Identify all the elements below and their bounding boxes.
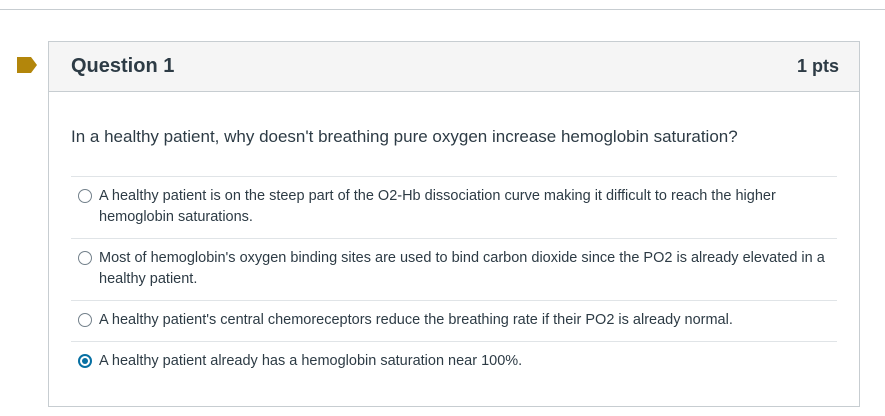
radio-button-selected[interactable] [78,354,92,368]
answer-option[interactable]: Most of hemoglobin's oxygen binding site… [71,238,837,300]
radio-button[interactable] [78,189,92,203]
radio-button[interactable] [78,251,92,265]
answer-option[interactable]: A healthy patient is on the steep part o… [71,176,837,238]
radio-button[interactable] [78,313,92,327]
question-card: Question 1 1 pts In a healthy patient, w… [48,41,860,407]
question-title: Question 1 [71,55,175,77]
question-points: 1 pts [796,56,839,76]
question-body: In a healthy patient, why doesn't breath… [49,92,859,382]
question-text: In a healthy patient, why doesn't breath… [71,127,738,146]
top-divider [0,9,885,10]
answer-label[interactable]: Most of hemoglobin's oxygen binding site… [99,248,837,290]
answer-label[interactable]: A healthy patient's central chemorecepto… [99,310,733,331]
answer-option[interactable]: A healthy patient already has a hemoglob… [71,341,837,382]
answer-label[interactable]: A healthy patient is on the steep part o… [99,186,837,228]
question-header: Question 1 1 pts [49,42,859,92]
answer-option[interactable]: A healthy patient's central chemorecepto… [71,300,837,341]
answer-list: A healthy patient is on the steep part o… [71,176,837,382]
answer-label[interactable]: A healthy patient already has a hemoglob… [99,351,522,372]
bookmark-flag-icon[interactable] [15,56,39,74]
